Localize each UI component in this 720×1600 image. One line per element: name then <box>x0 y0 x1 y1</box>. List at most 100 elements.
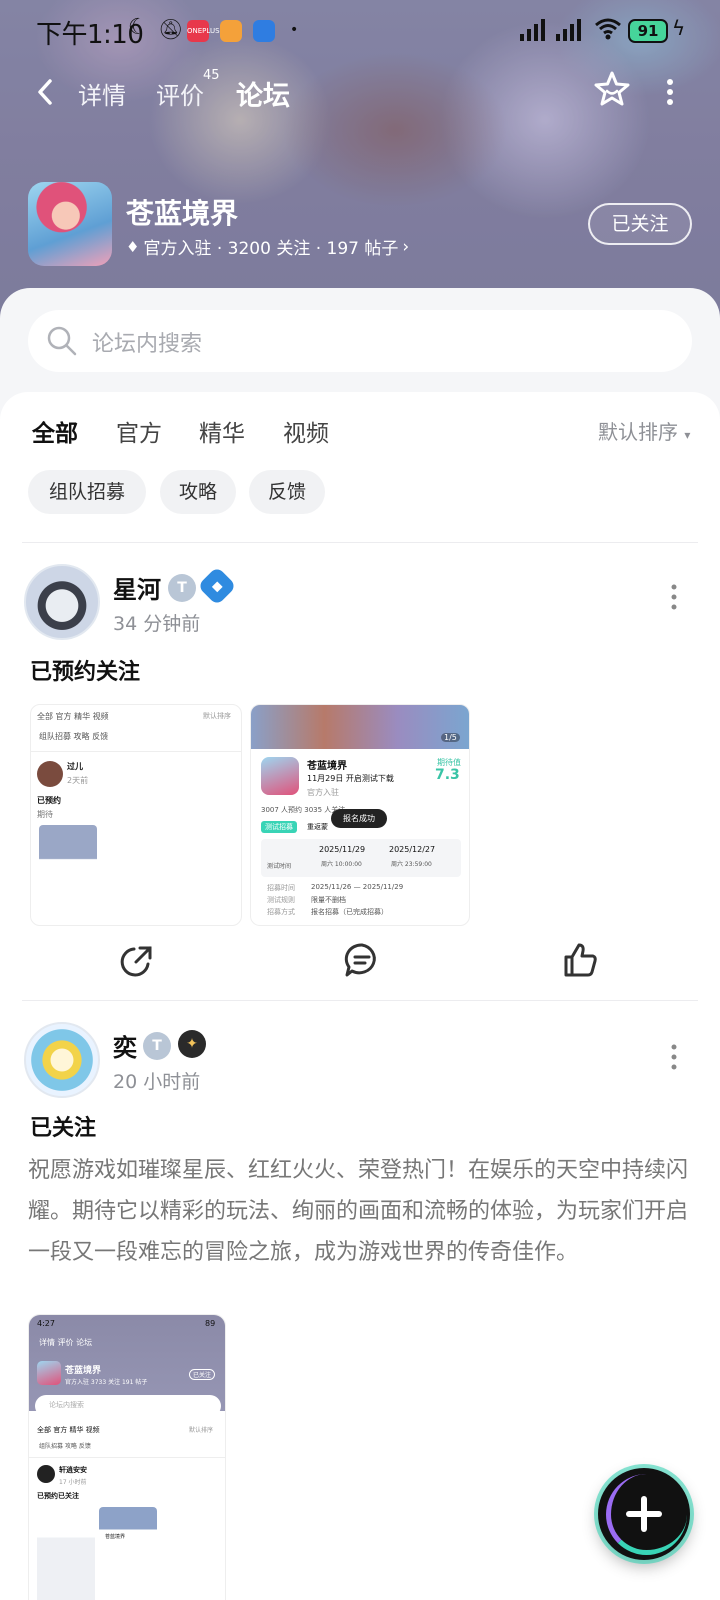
thumb-follow: 已关注 <box>189 1369 216 1380</box>
search-bar[interactable]: 论坛内搜索 <box>28 310 692 372</box>
thumb-search-placeholder: 论坛内搜索 <box>49 1401 84 1409</box>
thumb-nav-tabs: 详情 评价 论坛 <box>39 1338 93 1347</box>
game-meta[interactable]: ♦ 官方入驻 · 3200 关注 · 197 帖子 › <box>126 234 410 260</box>
search-icon <box>47 326 77 356</box>
sort-label: 默认排序 <box>598 420 678 444</box>
thumb-game-icon <box>261 757 299 795</box>
post-author[interactable]: 星河 <box>113 570 161 605</box>
chip-feedback[interactable]: 反馈 <box>249 470 325 514</box>
thumb-avatar <box>37 1465 55 1483</box>
create-post-button[interactable] <box>598 1468 690 1560</box>
battery-icon: 91 <box>628 19 668 43</box>
post-author[interactable]: 奕 <box>113 1028 137 1063</box>
gamepad-badge-icon: ✦ <box>178 1030 206 1058</box>
thumb-row-value: 2025/11/26 — 2025/11/29 <box>311 883 404 891</box>
tab-details[interactable]: 详情 <box>78 76 126 111</box>
thumb-row-key: 招募时间 <box>267 884 295 892</box>
charging-icon: ϟ <box>672 16 686 40</box>
thumb-title: 已预约已关注 <box>37 1492 79 1500</box>
tab-featured[interactable]: 精华 <box>199 414 245 448</box>
post-image[interactable]: 4:27 89 详情 评价 论坛 苍蓝境界 官方入驻 3733 关注 191 帖… <box>28 1314 226 1600</box>
chip-team-recruit[interactable]: 组队招募 <box>28 470 146 514</box>
thumb-row-value: 限量不删档 <box>311 896 346 904</box>
post-more-icon[interactable] <box>670 1044 678 1070</box>
thumb-status-time: 4:27 <box>37 1319 55 1328</box>
thumb-tag: 测试招募 <box>261 821 297 833</box>
verified-diamond-icon: ♦ <box>126 237 140 256</box>
post-image[interactable]: 全部 官方 精华 视频 默认排序 组队招募 攻略 反馈 过儿 2天前 已预约 期… <box>30 704 242 926</box>
divider <box>22 542 698 543</box>
thumb-game-title: 苍蓝境界 <box>307 761 347 772</box>
thumb-time: 2天前 <box>67 776 89 785</box>
status-bar: 下午1:10 ☾ 🔕︎ ONEPLUS • 91 ϟ <box>0 0 720 62</box>
signal-icon <box>520 19 545 41</box>
thumb-time: 17 小时前 <box>59 1479 87 1486</box>
post-more-icon[interactable] <box>670 584 678 610</box>
thumb-chips: 组队招募 攻略 反馈 <box>39 732 109 741</box>
game-meta-text: 官方入驻 · 3200 关注 · 197 帖子 <box>143 239 399 259</box>
thumb-body: 期待 <box>37 810 53 819</box>
tab-official[interactable]: 官方 <box>116 414 162 448</box>
forum-content: 论坛内搜索 全部 官方 精华 视频 默认排序 ▾ 组队招募 攻略 反馈 星河 T… <box>0 288 720 1600</box>
thumb-row-key: 招募方式 <box>267 908 295 916</box>
thumb-nested-screenshot: 苍蓝境界 <box>99 1507 157 1600</box>
post-time: 20 小时前 <box>113 1071 201 1093</box>
thumb-score: 7.3 <box>435 767 460 783</box>
do-not-disturb-icon: ☾ <box>128 15 148 40</box>
post-avatar[interactable] <box>24 1022 100 1098</box>
post-actions <box>0 940 720 984</box>
chip-guides[interactable]: 攻略 <box>160 470 236 514</box>
post-time: 34 分钟前 <box>113 613 201 635</box>
game-icon[interactable] <box>28 182 112 266</box>
top-nav: 详情 评价 45 论坛 <box>0 62 720 122</box>
thumb-tabs: 全部 官方 精华 视频 <box>37 1426 100 1434</box>
thumb-test-box: 测试时间 2025/11/29 周六 10:00:00 2025/12/27 周… <box>261 839 461 877</box>
post-avatar[interactable] <box>24 564 100 640</box>
divider <box>22 1000 698 1001</box>
chevron-right-icon: › <box>402 236 410 257</box>
share-icon[interactable] <box>118 940 158 980</box>
thumb-game-title: 苍蓝境界 <box>65 1366 102 1376</box>
post-body[interactable]: 祝愿游戏如璀璨星辰、红红火火、荣登热门！在娱乐的天空中持续闪耀。期待它以精彩的玩… <box>28 1150 696 1273</box>
thumb-official: 官方入驻 <box>307 788 339 797</box>
search-input[interactable]: 论坛内搜索 <box>92 326 202 358</box>
back-arrow-icon[interactable] <box>32 76 60 108</box>
thumb-sort: 默认排序 <box>203 712 231 720</box>
dropdown-caret-icon: ▾ <box>684 428 691 442</box>
like-icon[interactable] <box>560 940 600 980</box>
tab-forum[interactable]: 论坛 <box>232 74 294 113</box>
sort-dropdown[interactable]: 默认排序 ▾ <box>598 416 690 445</box>
follow-button[interactable]: 已关注 <box>588 203 692 245</box>
post-image[interactable]: 1/5 苍蓝境界 11月29日 开启测试下载 官方入驻 期待值 7.3 3007… <box>250 704 470 926</box>
level-badge-icon: T <box>143 1032 171 1060</box>
game-badge-icon: ◆ <box>197 566 237 606</box>
wifi-icon <box>595 18 621 40</box>
more-notifications-icon: • <box>290 22 299 38</box>
comment-icon[interactable] <box>342 940 382 980</box>
thumb-end-time: 周六 23:59:00 <box>391 861 432 868</box>
tab-all[interactable]: 全部 <box>32 414 78 452</box>
thumb-game-meta: 官方入驻 3733 关注 191 帖子 <box>65 1379 148 1386</box>
thumb-chips: 组队招募 攻略 反馈 <box>39 1443 91 1450</box>
thumb-subtitle: 11月29日 开启测试下载 <box>307 774 394 783</box>
post-panel: 全部 官方 精华 视频 默认排序 ▾ 组队招募 攻略 反馈 星河 T ◆ 34 … <box>0 392 720 1600</box>
post-title[interactable]: 已预约关注 <box>30 654 140 686</box>
thumb-row-value: 报名招募（已完成招募） <box>311 908 388 916</box>
post-title[interactable]: 已关注 <box>30 1110 96 1142</box>
tab-video[interactable]: 视频 <box>283 414 329 448</box>
thumb-nested-screenshot <box>39 825 97 921</box>
thumb-game-icon <box>37 1361 61 1385</box>
more-icon[interactable] <box>664 78 676 106</box>
signal-icon-2 <box>556 19 581 41</box>
thumb-test-label: 测试时间 <box>267 863 292 870</box>
thumb-search: 论坛内搜索 <box>35 1395 221 1417</box>
thumb-banner <box>251 705 469 749</box>
thumb-battery: 89 <box>205 1319 216 1328</box>
favorite-star-icon[interactable] <box>592 70 632 110</box>
tab-reviews[interactable]: 评价 <box>156 76 204 111</box>
thumb-divider <box>29 1457 225 1458</box>
game-title: 苍蓝境界 <box>126 197 239 230</box>
thumb-counter: 1/5 <box>441 733 460 742</box>
thumb-avatar <box>37 761 63 787</box>
review-count-badge: 45 <box>203 68 220 83</box>
